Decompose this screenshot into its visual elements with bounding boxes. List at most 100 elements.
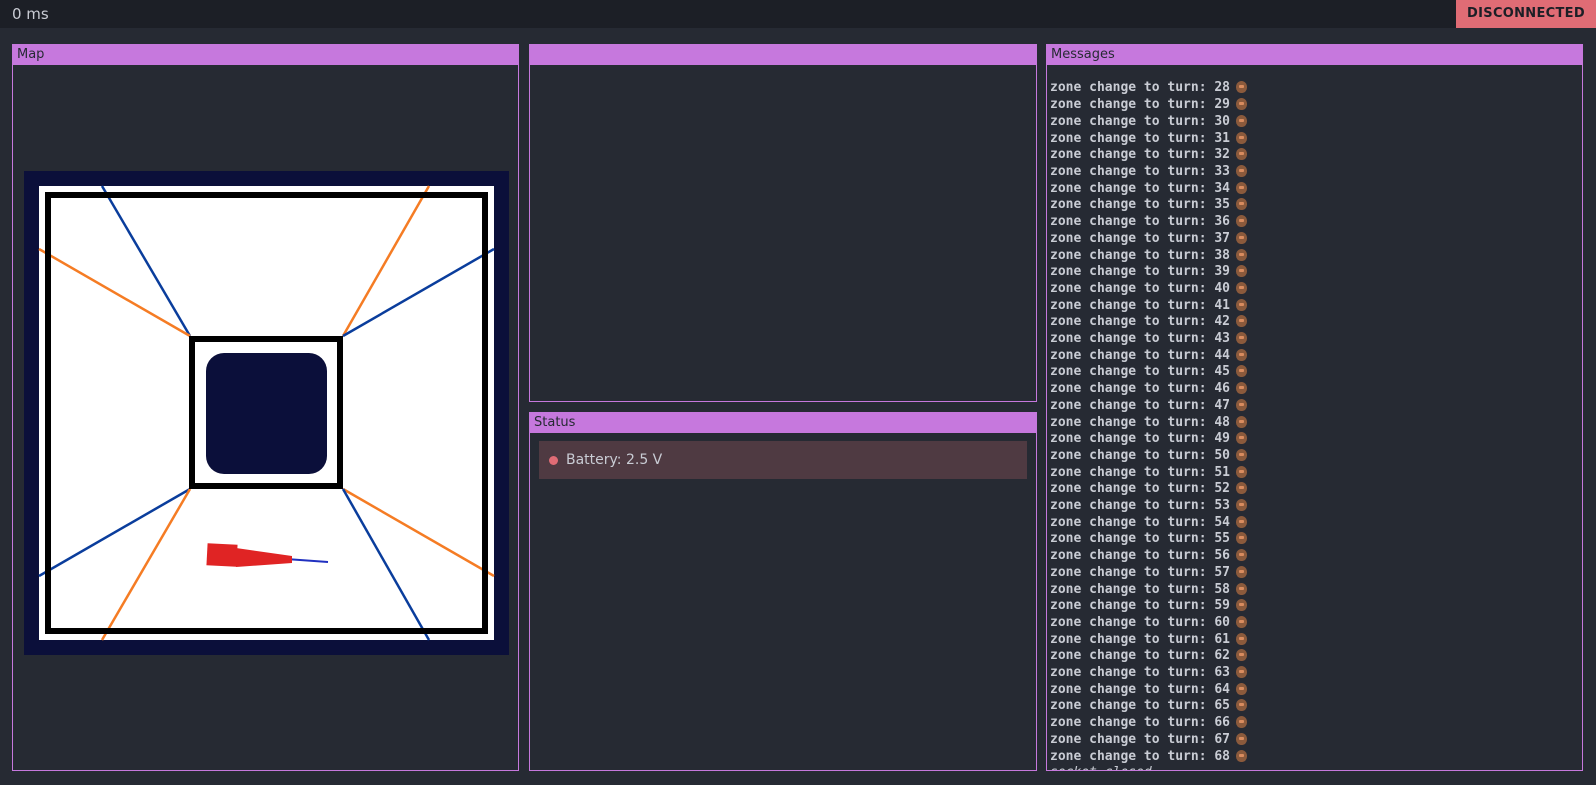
message-text: zone change to turn: 63: [1050, 665, 1231, 681]
map-panel-title: Map: [13, 45, 518, 65]
message-text: zone change to turn: 33: [1050, 163, 1231, 179]
emoji-face-icon: [1236, 699, 1248, 712]
emoji-face-icon: [1236, 432, 1248, 445]
robot-rear: [206, 543, 238, 567]
emoji-face-icon: [1236, 181, 1248, 194]
message-line: zone change to turn: 68: [1050, 749, 1248, 766]
center-obstacle: [206, 353, 327, 474]
status-panel-title: Status: [530, 413, 1036, 433]
message-line: zone change to turn: 65: [1050, 698, 1248, 715]
messages-panel-title: Messages: [1047, 45, 1582, 65]
message-line: zone change to turn: 32: [1050, 147, 1248, 164]
emoji-face-icon: [1236, 315, 1248, 328]
emoji-face-icon: [1236, 549, 1248, 562]
emoji-face-icon: [1236, 98, 1248, 111]
emoji-face-icon: [1236, 666, 1248, 679]
message-text: zone change to turn: 34: [1050, 180, 1231, 196]
emoji-face-icon: [1236, 382, 1248, 395]
message-line: zone change to turn: 28: [1050, 80, 1248, 97]
emoji-face-icon: [1236, 599, 1248, 612]
message-text: zone change to turn: 46: [1050, 381, 1231, 397]
emoji-face-icon: [1236, 265, 1248, 278]
emoji-face-icon: [1236, 732, 1248, 745]
message-text: zone change to turn: 42: [1050, 314, 1231, 330]
emoji-face-icon: [1236, 565, 1248, 578]
message-text: zone change to turn: 64: [1050, 681, 1231, 697]
message-line: zone change to turn: 66: [1050, 715, 1248, 732]
emoji-face-icon: [1236, 716, 1248, 729]
messages-panel[interactable]: Messages zone change to turn: 28 zone cha…: [1046, 44, 1583, 771]
message-text: zone change to turn: 30: [1050, 113, 1231, 129]
message-line: zone change to turn: 63: [1050, 665, 1248, 682]
emoji-face-icon: [1236, 131, 1248, 144]
message-text: zone change to turn: 66: [1050, 715, 1231, 731]
battery-status-label: Battery: 2.5 V: [566, 452, 663, 468]
message-line: zone change to turn: 29: [1050, 97, 1248, 114]
message-text: zone change to turn: 61: [1050, 631, 1231, 647]
emoji-face-icon: [1236, 749, 1248, 762]
message-text: zone change to turn: 59: [1050, 598, 1231, 614]
message-line: zone change to turn: 54: [1050, 515, 1248, 532]
message-line: zone change to turn: 48: [1050, 415, 1248, 432]
emoji-face-icon: [1236, 114, 1248, 127]
message-line: zone change to turn: 41: [1050, 298, 1248, 315]
status-panel: Status Battery: 2.5 V: [529, 412, 1037, 771]
message-line: zone change to turn: 50: [1050, 448, 1248, 465]
emoji-face-icon: [1236, 348, 1248, 361]
messages-log[interactable]: zone change to turn: 28 zone change to tu…: [1047, 65, 1582, 770]
socket-closed-message: socket closed: [1050, 765, 1247, 770]
connection-status-badge[interactable]: DISCONNECTED: [1456, 0, 1596, 28]
message-text: zone change to turn: 60: [1050, 614, 1231, 630]
message-line: zone change to turn: 59: [1050, 598, 1248, 615]
message-line: zone change to turn: 55: [1050, 531, 1248, 548]
emoji-face-icon: [1236, 332, 1248, 345]
message-line: zone change to turn: 40: [1050, 280, 1248, 298]
emoji-face-icon: [1236, 532, 1248, 545]
emoji-face-icon: [1236, 515, 1248, 528]
emoji-face-icon: [1236, 365, 1248, 378]
message-text: zone change to turn: 47: [1050, 397, 1231, 413]
message-line: zone change to turn: 52: [1050, 481, 1248, 498]
message-text: zone change to turn: 37: [1050, 230, 1231, 246]
battery-status-dot-icon: [549, 456, 558, 465]
emoji-face-icon: [1236, 231, 1248, 244]
message-line: zone change to turn: 67: [1050, 732, 1248, 749]
messages-list: zone change to turn: 28 zone change to tu…: [1050, 80, 1248, 770]
emoji-face-icon: [1236, 398, 1248, 411]
message-line: zone change to turn: 34: [1050, 180, 1248, 198]
emoji-face-icon: [1236, 465, 1248, 478]
message-line: zone change to turn: 56: [1050, 548, 1248, 565]
emoji-face-icon: [1236, 215, 1248, 228]
message-text: zone change to turn: 28: [1050, 80, 1231, 96]
emoji-face-icon: [1236, 615, 1248, 628]
message-line: zone change to turn: 37: [1050, 230, 1248, 248]
battery-status: Battery: 2.5 V: [539, 441, 1027, 479]
emoji-face-icon: [1236, 632, 1248, 645]
emoji-face-icon: [1236, 281, 1248, 294]
message-text: zone change to turn: 65: [1050, 698, 1231, 714]
message-line: zone change to turn: 33: [1050, 163, 1248, 181]
message-text: zone change to turn: 62: [1050, 648, 1231, 664]
message-text: zone change to turn: 49: [1050, 431, 1231, 447]
emoji-face-icon: [1236, 682, 1248, 695]
message-text: zone change to turn: 31: [1050, 130, 1231, 146]
emoji-face-icon: [1236, 198, 1248, 211]
message-line: zone change to turn: 51: [1050, 464, 1248, 482]
message-line: zone change to turn: 39: [1050, 264, 1248, 281]
message-text: zone change to turn: 51: [1050, 464, 1231, 480]
emoji-face-icon: [1236, 298, 1248, 311]
message-line: zone change to turn: 60: [1050, 614, 1248, 632]
message-line: zone change to turn: 44: [1050, 347, 1248, 365]
message-line: zone change to turn: 46: [1050, 381, 1248, 398]
message-text: zone change to turn: 38: [1050, 247, 1231, 263]
emoji-face-icon: [1236, 582, 1248, 595]
message-text: zone change to turn: 40: [1050, 280, 1231, 296]
emoji-face-icon: [1236, 482, 1248, 495]
emoji-face-icon: [1236, 148, 1248, 161]
message-line: zone change to turn: 58: [1050, 582, 1248, 599]
message-line: zone change to turn: 62: [1050, 648, 1248, 665]
message-text: zone change to turn: 35: [1050, 197, 1231, 213]
emoji-face-icon: [1236, 649, 1248, 662]
message-text: zone change to turn: 43: [1050, 331, 1231, 347]
message-text: zone change to turn: 44: [1050, 347, 1231, 363]
